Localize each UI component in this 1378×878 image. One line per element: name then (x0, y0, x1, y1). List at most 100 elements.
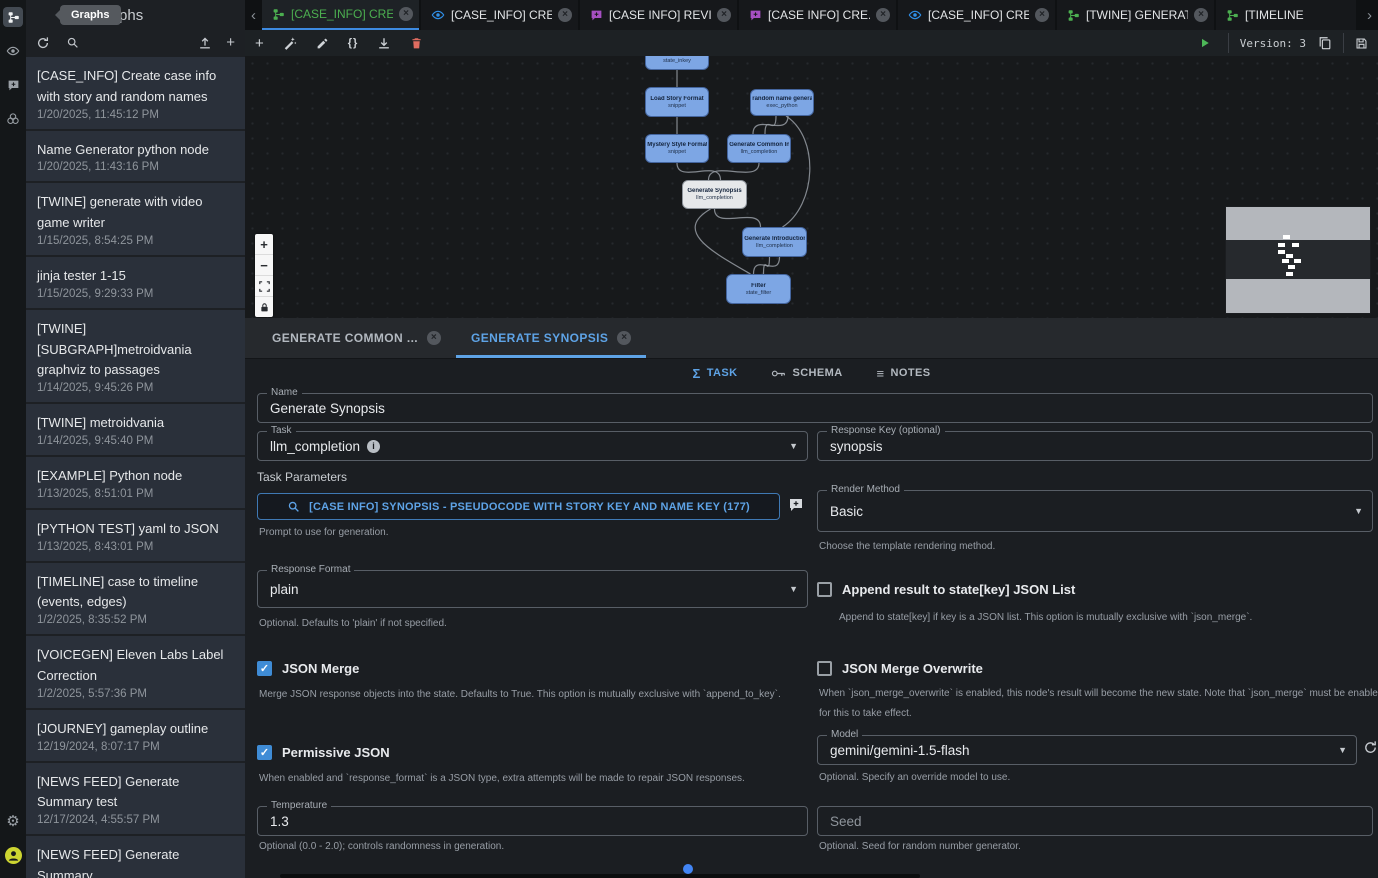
graph-node[interactable]: random name genera...exec_python (750, 89, 814, 116)
rail-knot-button[interactable] (0, 102, 26, 136)
json-merge-overwrite-checkbox-row[interactable]: JSON Merge Overwrite (817, 661, 983, 676)
graph-list-item[interactable]: [NEWS FEED] Generate Summary test12/17/2… (26, 763, 245, 835)
task-info-icon[interactable]: i (367, 440, 380, 453)
append-to-key-checkbox[interactable] (817, 582, 832, 597)
rail-gear-button[interactable]: ⚙ (0, 804, 26, 838)
graph-list-item[interactable]: [CASE_INFO] Create case info with story … (26, 57, 245, 129)
document-tab[interactable]: [CASE INFO] REVI...× (580, 0, 737, 30)
plus-icon[interactable]: + (226, 35, 235, 50)
document-tab[interactable]: [CASE_INFO] CRE...× (262, 0, 419, 30)
graph-toolbar: +{} Version: 3 (245, 30, 1378, 56)
braces-button[interactable]: {} (348, 38, 359, 49)
task-select[interactable]: Task llm_completion i ▼ (257, 431, 808, 461)
node-tab-close-icon[interactable]: × (617, 331, 631, 345)
graph-list-item[interactable]: [NEWS FEED] Generate Summary12/17/2024, … (26, 836, 245, 878)
document-tab[interactable]: [CASE INFO] CRE...× (739, 0, 896, 30)
json-merge-checkbox-row[interactable]: JSON Merge (257, 661, 359, 676)
permissive-json-checkbox[interactable] (257, 745, 272, 760)
document-tab[interactable]: [TWINE] GENERAT...× (1057, 0, 1214, 30)
document-tab[interactable]: [TIMELINE (1216, 0, 1356, 30)
render-method-select[interactable]: Render Method Basic ▼ (817, 490, 1373, 532)
node-tab[interactable]: GENERATE SYNOPSIS× (456, 318, 646, 358)
graph-list-item[interactable]: [VOICEGEN] Eleven Labs Label Correction1… (26, 636, 245, 708)
graph-list-item[interactable]: Name Generator python node1/20/2025, 11:… (26, 131, 245, 182)
document-tab[interactable]: [CASE_INFO] CRE...× (421, 0, 578, 30)
prompt-library-icon[interactable] (788, 497, 804, 513)
horizontal-scrollbar[interactable] (280, 874, 920, 878)
prompt-select-button[interactable]: [CASE INFO] SYNOPSIS - PSEUDOCODE WITH S… (257, 493, 780, 520)
graph-list-item[interactable]: [JOURNEY] gameplay outline12/19/2024, 8:… (26, 710, 245, 761)
rail-eye-button[interactable] (0, 34, 26, 68)
upload-icon[interactable] (198, 35, 212, 50)
graph-item-timestamp: 1/20/2025, 11:43:16 PM (37, 161, 234, 173)
tab-close-icon[interactable]: × (1035, 8, 1049, 22)
model-refresh-icon[interactable] (1363, 740, 1378, 755)
app-window: ⚙ Graphs Graphs + [CASE_INFO] Create cas… (0, 0, 1378, 878)
tab-close-icon[interactable]: × (558, 8, 572, 22)
response-format-select[interactable]: Response Format plain ▼ (257, 570, 808, 608)
comment-icon (749, 9, 762, 22)
graph-node[interactable]: Generate Synopsisllm_completion (682, 180, 747, 209)
graph-node[interactable]: Filterstate_filter (726, 274, 791, 304)
copy-icon[interactable] (1318, 36, 1332, 50)
run-play-icon[interactable] (1199, 37, 1211, 49)
subtab-schema[interactable]: SCHEMA (771, 367, 842, 379)
trash-button[interactable] (410, 37, 423, 50)
rail-comment-plus-button[interactable] (0, 68, 26, 102)
graph-list-item[interactable]: [TWINE] metroidvania1/14/2025, 9:45:40 P… (26, 404, 245, 455)
pencil-button[interactable] (316, 37, 329, 50)
graph-node[interactable]: state_inkey (645, 56, 709, 70)
graph-list-item[interactable]: jinja tester 1-151/15/2025, 9:29:33 PM (26, 257, 245, 308)
node-title: Generate Introduction (744, 236, 804, 242)
save-icon[interactable] (1355, 37, 1368, 50)
node-title: Generate Synopsis (687, 188, 741, 194)
graph-item-title: [NEWS FEED] Generate Summary (37, 845, 234, 878)
wand-button[interactable] (283, 36, 297, 50)
graph-node[interactable]: Load Story Formatsnippet (645, 87, 709, 117)
seed-field[interactable]: Seed (817, 806, 1373, 836)
temperature-field[interactable]: Temperature 1.3 (257, 806, 808, 836)
name-field[interactable]: Name Generate Synopsis (257, 393, 1373, 423)
permissive-json-checkbox-row[interactable]: Permissive JSON (257, 745, 390, 760)
plus-button[interactable]: + (255, 36, 264, 51)
lock-button[interactable] (255, 297, 273, 317)
graph-list-item[interactable]: [TWINE] generate with video game writer1… (26, 183, 245, 255)
graph-node[interactable]: Mystery Style Format...snippet (645, 134, 709, 163)
graphs-tooltip: Graphs (60, 5, 121, 25)
tab-close-icon[interactable]: × (876, 8, 890, 22)
minimap[interactable] (1225, 206, 1371, 314)
refresh-icon[interactable] (36, 36, 50, 50)
rail-account-button[interactable] (0, 838, 26, 872)
zoom-in-button[interactable]: + (255, 234, 273, 255)
graph-list-item[interactable]: [TWINE][SUBGRAPH]metroidvania graphviz t… (26, 310, 245, 402)
fit-view-button[interactable] (255, 276, 273, 297)
search-icon[interactable] (66, 36, 79, 50)
subtab-task[interactable]: ΣTASK (693, 367, 738, 380)
node-tab[interactable]: GENERATE COMMON ...× (257, 318, 456, 358)
node-tab-close-icon[interactable]: × (427, 331, 441, 345)
graph-list-item[interactable]: [TIMELINE] case to timeline (events, edg… (26, 563, 245, 635)
graph-edge (709, 163, 760, 180)
json-merge-checkbox[interactable] (257, 661, 272, 676)
graph-canvas[interactable]: state_inkey Load Story Formatsnippet rando… (245, 56, 1378, 318)
graph-node[interactable]: Generate Common Infollm_completion (727, 134, 791, 163)
response-key-field[interactable]: Response Key (optional) synopsis (817, 431, 1373, 461)
tab-close-icon[interactable]: × (399, 7, 413, 21)
graph-list-item[interactable]: [PYTHON TEST] yaml to JSON1/13/2025, 8:4… (26, 510, 245, 561)
rail-graph-button[interactable] (0, 0, 26, 34)
scroll-indicator-dot[interactable] (683, 864, 693, 874)
document-tab[interactable]: [CASE_INFO] CRE...× (898, 0, 1055, 30)
tab-close-icon[interactable]: × (717, 8, 731, 22)
graph-node[interactable]: Generate Introductionllm_completion (742, 227, 807, 257)
model-select[interactable]: Model gemini/gemini-1.5-flash ▼ (817, 735, 1357, 765)
tabs-scroll-left-icon[interactable]: ‹ (245, 0, 262, 30)
tabs-scroll-right-icon[interactable]: › (1361, 0, 1378, 30)
zoom-out-button[interactable]: − (255, 255, 273, 276)
json-merge-overwrite-checkbox[interactable] (817, 661, 832, 676)
graph-list-item[interactable]: [EXAMPLE] Python node1/13/2025, 8:51:01 … (26, 457, 245, 508)
tab-close-icon[interactable]: × (1194, 8, 1208, 22)
append-to-key-checkbox-row[interactable]: Append result to state[key] JSON List (817, 582, 1075, 597)
node-task-type: state_filter (746, 290, 771, 296)
subtab-notes[interactable]: ≡NOTES (877, 367, 931, 380)
download-button[interactable] (377, 36, 391, 50)
